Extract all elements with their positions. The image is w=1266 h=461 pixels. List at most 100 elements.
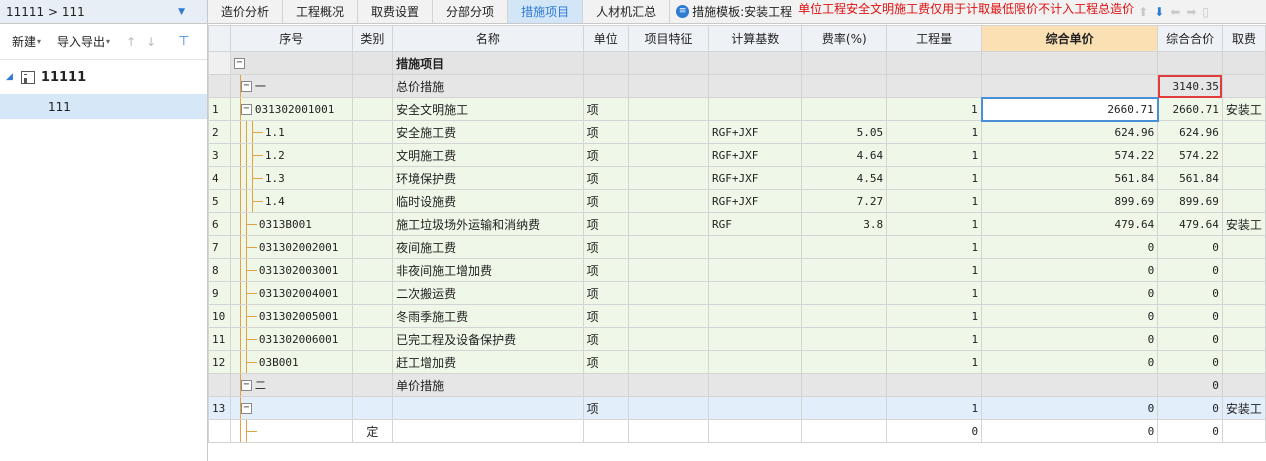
tab-fee-settings[interactable]: 取费设置	[358, 0, 434, 23]
unit-cell[interactable]: 项	[582, 143, 629, 167]
unit-price-cell[interactable]: 479.64	[981, 212, 1159, 236]
row-number[interactable]	[208, 74, 231, 98]
category-cell[interactable]	[351, 120, 394, 144]
name-cell[interactable]: 文明施工费	[392, 143, 584, 167]
right-arrow-icon[interactable]: ➡	[1186, 5, 1196, 19]
total-cell[interactable]: 0	[1157, 327, 1223, 351]
feature-cell[interactable]	[627, 373, 709, 397]
collapse-icon[interactable]: −	[240, 402, 252, 414]
total-cell[interactable]: 3140.35	[1157, 74, 1223, 98]
total-cell[interactable]: 0	[1157, 235, 1223, 259]
name-cell[interactable]: 赶工增加费	[392, 350, 584, 374]
seq-cell[interactable]: 1.3	[229, 166, 353, 190]
base-cell[interactable]	[707, 350, 803, 374]
feature-cell[interactable]	[627, 189, 709, 213]
seq-cell[interactable]: 1.4	[229, 189, 353, 213]
row-number[interactable]: 2	[208, 120, 231, 144]
rate-cell[interactable]	[801, 419, 888, 443]
total-cell[interactable]: 0	[1157, 258, 1223, 282]
seq-cell[interactable]: 03B001	[229, 350, 353, 374]
qty-cell[interactable]: 1	[886, 166, 983, 190]
import-export-button[interactable]: 导入导出 ▾	[57, 33, 110, 50]
table-row[interactable]: 8 031302003001 非夜间施工增加费项 1 0 0	[208, 258, 1266, 282]
fee-cell[interactable]	[1221, 327, 1266, 351]
table-row[interactable]: 5 1.4 临时设施费项 RGF+JXF 7.27 1 899.69 899.69	[208, 189, 1266, 213]
unit-price-cell[interactable]	[981, 74, 1159, 98]
col-feature[interactable]: 项目特征	[627, 25, 709, 52]
col-name[interactable]: 名称	[392, 25, 584, 52]
expand-icon[interactable]: ◢	[6, 72, 13, 82]
category-cell[interactable]	[351, 373, 394, 397]
base-cell[interactable]	[707, 327, 803, 351]
row-number[interactable]: 5	[208, 189, 231, 213]
table-row[interactable]: 1−031302001001 安全文明施工项 1 2660.71 2660.71 安装工	[208, 96, 1266, 122]
chevron-down-icon[interactable]: ▼	[178, 7, 185, 17]
seq-cell[interactable]	[229, 419, 353, 443]
name-cell[interactable]: 已完工程及设备保护费	[392, 327, 584, 351]
unit-price-cell[interactable]: 0	[981, 327, 1159, 351]
feature-cell[interactable]	[627, 51, 709, 75]
unit-price-cell[interactable]: 0	[981, 281, 1159, 305]
feature-cell[interactable]	[627, 396, 709, 420]
base-cell[interactable]	[707, 51, 803, 75]
rate-cell[interactable]	[801, 304, 888, 328]
row-number[interactable]	[208, 51, 231, 75]
qty-cell[interactable]: 1	[886, 189, 983, 213]
name-cell[interactable]: 安全文明施工	[392, 97, 584, 121]
unit-price-cell[interactable]: 0	[981, 419, 1159, 443]
total-cell[interactable]: 0	[1157, 419, 1223, 443]
tab-project-overview[interactable]: 工程概况	[283, 0, 359, 23]
total-cell[interactable]: 899.69	[1157, 189, 1223, 213]
name-cell[interactable]: 夜间施工费	[392, 235, 584, 259]
category-cell[interactable]	[351, 189, 394, 213]
category-cell[interactable]	[351, 258, 394, 282]
fee-cell[interactable]	[1221, 51, 1266, 75]
seq-cell[interactable]: 031302003001	[229, 258, 353, 282]
tab-cost-analysis[interactable]: 造价分析	[208, 0, 284, 23]
category-cell[interactable]	[351, 212, 394, 236]
table-row[interactable]: − 措施项目	[208, 51, 1266, 75]
name-cell[interactable]	[392, 419, 584, 443]
unit-cell[interactable]: 项	[582, 235, 629, 259]
unit-price-cell[interactable]: 0	[981, 350, 1159, 374]
fee-cell[interactable]	[1221, 373, 1266, 397]
unit-cell[interactable]: 项	[582, 258, 629, 282]
tree-root[interactable]: ◢ 11111	[0, 60, 207, 94]
row-number[interactable]	[208, 373, 231, 397]
col-base[interactable]: 计算基数	[707, 25, 803, 52]
fee-cell[interactable]	[1221, 235, 1266, 259]
name-cell[interactable]: 环境保护费	[392, 166, 584, 190]
unit-cell[interactable]: 项	[582, 327, 629, 351]
category-cell[interactable]	[351, 143, 394, 167]
table-row[interactable]: 12 03B001 赶工增加费项 1 0 0	[208, 350, 1266, 374]
table-row[interactable]: 定000	[208, 419, 1266, 443]
feature-cell[interactable]	[627, 120, 709, 144]
category-cell[interactable]: 定	[351, 419, 394, 443]
unit-price-cell[interactable]: 0	[981, 396, 1159, 420]
unit-cell[interactable]: 项	[582, 396, 629, 420]
base-cell[interactable]	[707, 74, 803, 98]
base-cell[interactable]: RGF+JXF	[707, 189, 803, 213]
table-row[interactable]: − 一 总价措施 3140.35	[208, 74, 1266, 98]
category-cell[interactable]	[351, 235, 394, 259]
table-row[interactable]: 7 031302002001 夜间施工费项 1 0 0	[208, 235, 1266, 259]
qty-cell[interactable]: 1	[886, 327, 983, 351]
seq-cell[interactable]: −	[229, 51, 353, 75]
fee-cell[interactable]: 安装工	[1221, 97, 1266, 121]
name-cell[interactable]: 单价措施	[392, 373, 584, 397]
seq-cell[interactable]: 1.2	[229, 143, 353, 167]
rate-cell[interactable]	[801, 373, 888, 397]
fee-cell[interactable]	[1221, 143, 1266, 167]
rate-cell[interactable]	[801, 350, 888, 374]
category-cell[interactable]	[351, 304, 394, 328]
name-cell[interactable]: 临时设施费	[392, 189, 584, 213]
col-unit-price[interactable]: 综合单价	[981, 25, 1159, 52]
base-cell[interactable]	[707, 373, 803, 397]
unit-price-cell[interactable]: 899.69	[981, 189, 1159, 213]
feature-cell[interactable]	[627, 143, 709, 167]
unit-price-cell[interactable]: 574.22	[981, 143, 1159, 167]
total-cell[interactable]: 574.22	[1157, 143, 1223, 167]
col-rate[interactable]: 费率(%)	[801, 25, 888, 52]
unit-cell[interactable]: 项	[582, 189, 629, 213]
fee-cell[interactable]	[1221, 166, 1266, 190]
